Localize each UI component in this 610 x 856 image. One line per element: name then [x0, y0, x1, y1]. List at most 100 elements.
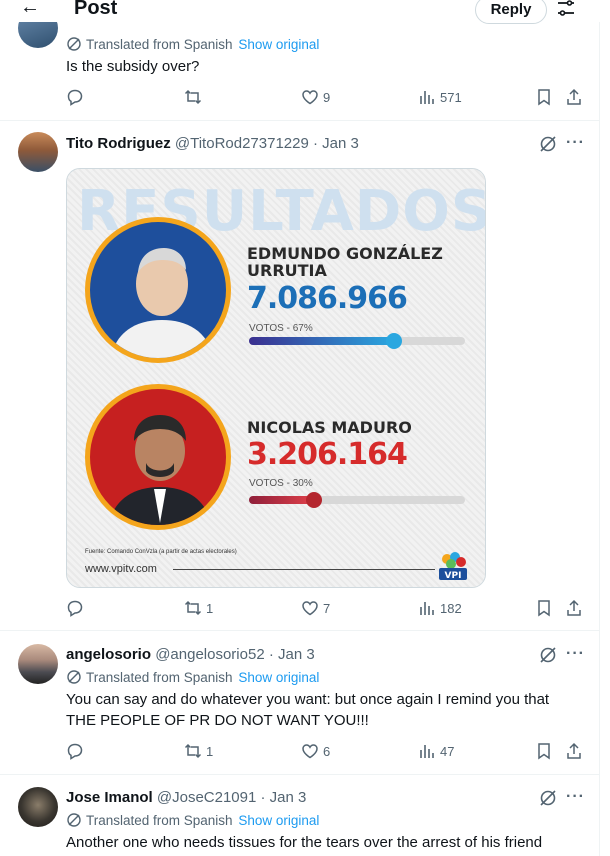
share-icon[interactable]	[565, 88, 583, 106]
post-date[interactable]: · Jan 3	[269, 646, 315, 663]
display-name[interactable]: Jose Imanol	[66, 789, 153, 806]
vote-bar-fill	[249, 337, 394, 345]
retweet-count: 1	[206, 600, 214, 616]
reply-button[interactable]: Reply	[475, 0, 547, 24]
comment-icon	[67, 600, 83, 617]
tweet-actions: 1 6 47	[66, 742, 586, 764]
tweet-actions: 1 7 182	[66, 599, 586, 621]
bookmark-icon[interactable]	[535, 742, 553, 760]
like-action[interactable]: 7	[301, 599, 330, 617]
avatar[interactable]	[18, 644, 58, 684]
grok-icon[interactable]	[538, 645, 558, 665]
views-action[interactable]: 182	[418, 599, 462, 617]
like-action[interactable]: 9	[301, 88, 330, 106]
like-count: 7	[323, 600, 331, 616]
vpi-logo: VPI	[439, 552, 467, 581]
translate-icon	[67, 813, 81, 827]
results-image[interactable]: RESULTADOS EDMUNDO GONZÁLEZ URRUTIA 7.08…	[66, 168, 486, 588]
tweet[interactable]: Jose Imanol @JoseC21091 · Jan 3 ··· Tran…	[0, 776, 600, 856]
tweet-text-line: THE PEOPLE OF PR DO NOT WANT YOU!!!	[66, 712, 369, 729]
candidate-votes: 7.086.966	[247, 281, 408, 316]
bar-chart-icon	[420, 91, 434, 104]
like-count: 6	[323, 743, 331, 759]
user-handle[interactable]: @JoseC21091	[157, 789, 256, 806]
candidate-photo	[85, 217, 231, 363]
tweet[interactable]: angelosorio @angelosorio52 · Jan 3 ··· T…	[0, 632, 600, 775]
page-title: Post	[74, 0, 118, 19]
candidate-photo	[85, 384, 231, 530]
grok-icon[interactable]	[538, 134, 558, 154]
reply-action[interactable]	[66, 88, 88, 106]
post-date[interactable]: · Jan 3	[261, 789, 307, 806]
candidate-name-line: URRUTIA	[247, 261, 327, 280]
top-bar: ← Post Reply	[0, 0, 600, 24]
candidate-percent: VOTOS - 30%	[249, 478, 313, 489]
vote-bar-knob	[386, 333, 402, 349]
retweet-count: 1	[206, 743, 214, 759]
user-handle[interactable]: @TitoRod27371229	[175, 135, 309, 152]
bookmark-icon[interactable]	[535, 599, 553, 617]
post-date[interactable]: · Jan 3	[313, 135, 359, 152]
heart-icon	[302, 601, 318, 616]
vote-bar	[249, 333, 465, 349]
display-name[interactable]: angelosorio	[66, 646, 151, 663]
comment-icon	[67, 743, 83, 760]
tweet-text: You can say and do whatever you want: bu…	[66, 689, 586, 731]
comment-icon	[67, 89, 83, 106]
back-arrow-icon[interactable]: ←	[20, 0, 40, 19]
reply-action[interactable]	[66, 742, 88, 760]
view-count: 571	[440, 89, 462, 105]
vpi-logo-text: VPI	[445, 571, 462, 581]
reply-action[interactable]	[66, 599, 88, 617]
tweet-header: Tito Rodriguez @TitoRod27371229 · Jan 3	[66, 135, 359, 152]
candidate-name: NICOLAS MADURO	[247, 419, 412, 436]
translate-icon	[67, 670, 81, 684]
bookmark-icon[interactable]	[535, 88, 553, 106]
tweet[interactable]: Tito Rodriguez @TitoRod27371229 · Jan 3 …	[0, 122, 600, 631]
translation-notice: Translated from Spanish Show original	[66, 36, 319, 52]
show-original-link[interactable]: Show original	[238, 670, 319, 685]
translation-notice: Translated from Spanish Show original	[66, 669, 319, 685]
avatar[interactable]	[18, 132, 58, 172]
tweet-header: angelosorio @angelosorio52 · Jan 3	[66, 646, 315, 663]
share-icon[interactable]	[565, 599, 583, 617]
divider	[173, 569, 435, 570]
retweet-icon	[184, 89, 202, 105]
views-action[interactable]: 571	[418, 88, 462, 106]
translated-label: Translated from Spanish	[86, 670, 233, 685]
display-name[interactable]: Tito Rodriguez	[66, 135, 171, 152]
retweet-action[interactable]: 1	[184, 599, 213, 617]
retweet-icon	[184, 743, 202, 759]
show-original-link[interactable]: Show original	[238, 813, 319, 828]
sliders-icon[interactable]	[556, 0, 576, 18]
user-handle[interactable]: @angelosorio52	[155, 646, 264, 663]
views-action[interactable]: 47	[418, 742, 454, 760]
share-icon[interactable]	[565, 742, 583, 760]
candidate-name: EDMUNDO GONZÁLEZ URRUTIA	[247, 245, 443, 279]
tweet-header: Jose Imanol @JoseC21091 · Jan 3	[66, 789, 306, 806]
like-action[interactable]: 6	[301, 742, 330, 760]
retweet-action[interactable]	[184, 88, 206, 106]
more-options-icon[interactable]: ···	[566, 134, 585, 152]
show-original-link[interactable]: Show original	[238, 37, 319, 52]
card-source: Fuente: Comando ConVzla (a partir de act…	[85, 549, 237, 555]
tweet-text: Is the subsidy over?	[66, 58, 200, 75]
tweet-actions: 9 571	[66, 88, 586, 110]
heart-icon	[302, 744, 318, 759]
translation-notice: Translated from Spanish Show original	[66, 812, 319, 828]
vote-bar-knob	[306, 492, 322, 508]
tweet-text: Another one who needs tissues for the te…	[66, 834, 543, 851]
avatar[interactable]	[18, 787, 58, 827]
retweet-action[interactable]: 1	[184, 742, 213, 760]
card-site: www.vpitv.com	[85, 563, 157, 575]
view-count: 47	[440, 743, 455, 759]
translate-icon	[67, 37, 81, 51]
post-thread: ← Post Reply Translated from Spanish Sho…	[0, 0, 600, 856]
more-options-icon[interactable]: ···	[566, 645, 585, 663]
grok-icon[interactable]	[538, 788, 558, 808]
translated-label: Translated from Spanish	[86, 813, 233, 828]
candidate-name-line: EDMUNDO GONZÁLEZ	[247, 244, 443, 263]
like-count: 9	[323, 89, 331, 105]
tweet-text-line: You can say and do whatever you want: bu…	[66, 691, 550, 708]
more-options-icon[interactable]: ···	[566, 788, 585, 806]
